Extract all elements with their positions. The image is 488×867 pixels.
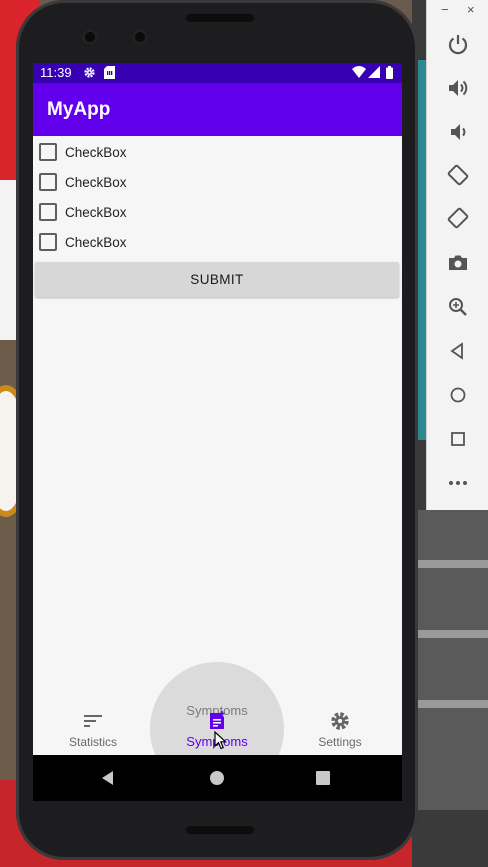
background-gray-block xyxy=(412,510,488,810)
gear-icon xyxy=(330,711,350,731)
checkbox-box[interactable] xyxy=(39,203,57,221)
app-title: MyApp xyxy=(47,99,111,120)
nav-label-settings: Settings xyxy=(318,735,362,749)
mouse-cursor xyxy=(214,730,228,755)
checkbox-label: CheckBox xyxy=(65,234,127,250)
checkbox-label: CheckBox xyxy=(65,174,127,190)
bottom-speaker xyxy=(186,826,254,834)
sort-lines-icon xyxy=(83,711,103,731)
checkbox-item[interactable]: CheckBox xyxy=(33,197,333,227)
back-triangle-icon[interactable] xyxy=(99,768,119,788)
app-bar: MyApp xyxy=(33,83,402,136)
status-time: 11:39 xyxy=(40,65,72,80)
background-stripe xyxy=(412,630,488,638)
recents-square-icon[interactable] xyxy=(313,768,333,788)
background-stripe xyxy=(412,560,488,568)
rotate-left-icon[interactable] xyxy=(446,163,470,187)
wifi-icon xyxy=(352,66,366,81)
submit-button[interactable]: SUBMIT xyxy=(35,262,399,297)
checkbox-item[interactable]: CheckBox xyxy=(33,167,333,197)
volume-up-icon[interactable] xyxy=(446,76,470,100)
back-icon[interactable] xyxy=(446,339,470,363)
overview-icon[interactable] xyxy=(446,427,470,451)
checkbox-box[interactable] xyxy=(39,143,57,161)
checkbox-item[interactable]: CheckBox xyxy=(33,227,333,257)
signal-icon xyxy=(368,66,380,81)
front-camera xyxy=(82,29,98,45)
note-add-icon xyxy=(207,711,227,731)
settings-icon xyxy=(83,66,96,82)
more-icon[interactable] xyxy=(446,471,470,495)
checkbox-box[interactable] xyxy=(39,173,57,191)
battery-icon xyxy=(386,66,393,82)
emulator-toolbar: − × xyxy=(426,0,488,510)
front-sensor xyxy=(132,29,148,45)
close-button[interactable]: × xyxy=(467,2,475,17)
nav-item-settings[interactable]: Settings xyxy=(280,700,400,755)
zoom-icon[interactable] xyxy=(446,295,470,319)
home-circle-icon[interactable] xyxy=(207,768,227,788)
checkbox-label: CheckBox xyxy=(65,144,127,160)
system-navigation-bar xyxy=(33,755,402,801)
rotate-right-icon[interactable] xyxy=(446,206,470,230)
home-icon[interactable] xyxy=(446,383,470,407)
minimize-button[interactable]: − xyxy=(441,2,449,17)
top-speaker xyxy=(186,14,254,22)
checkbox-box[interactable] xyxy=(39,233,57,251)
checkbox-label: CheckBox xyxy=(65,204,127,220)
nav-label-statistics: Statistics xyxy=(68,735,117,749)
volume-down-icon[interactable] xyxy=(446,120,470,144)
power-icon[interactable] xyxy=(446,32,470,56)
sim-card-icon xyxy=(104,66,115,82)
camera-icon[interactable] xyxy=(446,251,470,275)
background-stripe xyxy=(412,700,488,708)
checkbox-item[interactable]: CheckBox xyxy=(33,137,333,167)
nav-item-statistics[interactable]: Statistics xyxy=(33,700,153,755)
phone-screen: 11:39 MyApp CheckBox CheckBox CheckBox C… xyxy=(33,63,402,755)
status-bar: 11:39 xyxy=(33,63,402,83)
